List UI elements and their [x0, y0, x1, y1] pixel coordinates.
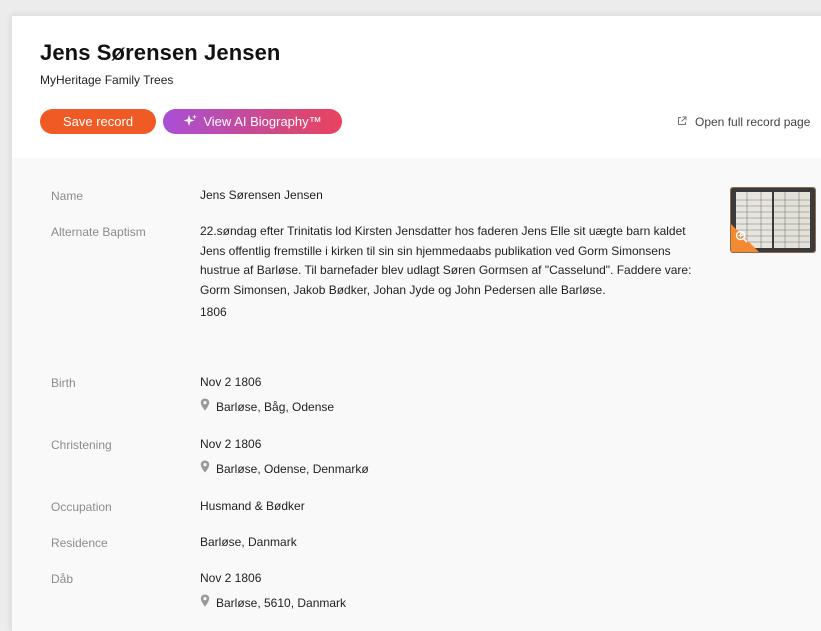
field-label: Christening	[51, 438, 112, 452]
view-ai-biography-button[interactable]: View AI Biography™	[163, 109, 342, 134]
birth-place: Barløse, Båg, Odense	[200, 398, 334, 417]
dab-place-label: Barløse, 5610, Danmark	[216, 596, 347, 610]
field-label: Residence	[51, 536, 108, 550]
christening-place-label: Barløse, Odense, Denmarkø	[216, 462, 369, 476]
save-record-button[interactable]: Save record	[40, 109, 156, 134]
view-ai-biography-label: View AI Biography™	[203, 114, 322, 129]
dab-place: Barløse, 5610, Danmark	[200, 594, 346, 613]
field-value: Nov 2 1806 Barløse, 5610, Danmark	[200, 569, 346, 613]
external-link-icon	[677, 115, 695, 129]
zoom-in-icon[interactable]	[735, 230, 748, 248]
record-image-thumbnail[interactable]	[730, 187, 816, 253]
record-source: MyHeritage Family Trees	[40, 73, 174, 87]
open-full-record-link[interactable]: Open full record page	[677, 115, 810, 129]
record-details: Name Jens Sørensen Jensen Alternate Bapt…	[12, 158, 821, 631]
open-full-record-label: Open full record page	[695, 115, 811, 129]
field-value-text: 22.søndag efter Trinitatis lod Kirsten J…	[200, 222, 708, 323]
field-value: Nov 2 1806 Barløse, Båg, Odense	[200, 373, 334, 417]
field-label: Dåb	[51, 572, 74, 586]
field-value: Husmand & Bødker	[200, 499, 305, 513]
christening-date: Nov 2 1806	[200, 437, 262, 451]
dab-date: Nov 2 1806	[200, 571, 262, 585]
baptism-year: 1806	[200, 305, 227, 320]
field-value: Barløse, Danmark	[200, 535, 297, 549]
field-value: Jens Sørensen Jensen	[200, 188, 323, 202]
record-panel: Jens Sørensen Jensen MyHeritage Family T…	[11, 15, 821, 631]
field-label: Birth	[51, 376, 76, 390]
birth-place-label: Barløse, Båg, Odense	[216, 400, 335, 414]
record-title: Jens Sørensen Jensen	[40, 40, 281, 65]
map-pin-icon	[200, 460, 210, 479]
birth-date: Nov 2 1806	[200, 375, 262, 389]
save-record-label: Save record	[62, 114, 134, 129]
map-pin-icon	[200, 398, 210, 417]
field-label: Name	[51, 189, 84, 203]
field-label: Occupation	[51, 500, 112, 514]
field-label: Alternate Baptism	[51, 225, 146, 239]
christening-place: Barløse, Odense, Denmarkø	[200, 460, 369, 479]
sparkle-icon	[183, 114, 198, 130]
field-value: Nov 2 1806 Barløse, Odense, Denmarkø	[200, 435, 369, 479]
map-pin-icon	[200, 594, 210, 613]
baptism-text: 22.søndag efter Trinitatis lod Kirsten J…	[200, 224, 692, 297]
record-header: Jens Sørensen Jensen MyHeritage Family T…	[12, 16, 821, 158]
